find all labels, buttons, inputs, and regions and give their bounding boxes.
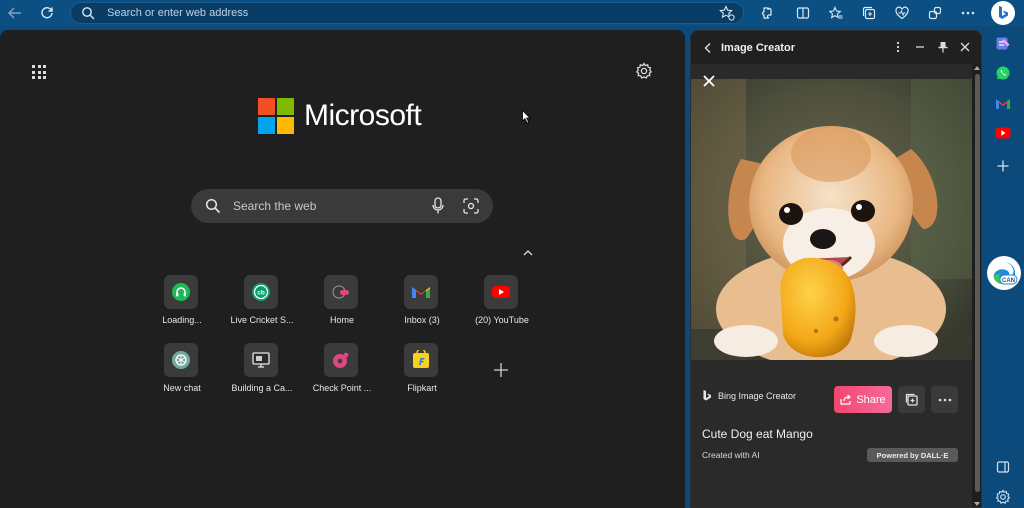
image-caption: Cute Dog eat Mango [702,427,813,441]
rail-settings-icon[interactable] [993,487,1013,507]
search-placeholder: Search the web [233,199,317,213]
created-with-ai-label: Created with AI [702,450,760,460]
scroll-down-icon[interactable] [974,502,980,506]
chatgpt-icon [172,351,190,369]
headphones-icon [172,283,190,301]
browser-toolbar: Search or enter web address [0,0,1024,26]
monitor-icon [252,352,270,368]
tile-label: Flipkart [407,383,437,393]
address-bar[interactable]: Search or enter web address [70,2,744,24]
search-icon [82,7,95,20]
copilot-tools-icon[interactable] [924,2,946,24]
search-icon [205,198,221,214]
tile-label: Check Point ... [312,383,372,393]
split-screen-icon[interactable] [792,2,814,24]
tile-label: Loading... [162,315,202,325]
panel-title: Image Creator [721,42,795,54]
image-creator-panel: Image Creator Bing Image Creator Share C… [690,30,982,508]
collapse-tiles-icon[interactable] [522,245,534,256]
back-arrow-icon[interactable] [4,2,26,24]
quick-link-tile[interactable]: (20) YouTube [462,275,542,335]
mouse-pointer-icon [522,109,532,124]
share-button[interactable]: Share [834,386,892,413]
rail-edge-profile-icon[interactable]: CAN [987,256,1021,290]
microsoft-wordmark: Microsoft [304,99,422,132]
web-search-box[interactable]: Search the web [191,189,493,223]
quick-link-tile[interactable]: New chat [142,343,222,403]
share-icon [840,394,852,405]
minimize-icon[interactable] [913,40,927,54]
quick-link-tile[interactable]: Building a Ca... [222,343,302,403]
scroll-thumb[interactable] [975,74,980,492]
bing-logo-icon [703,390,711,401]
tile-label: New chat [163,383,201,393]
rail-youtube-icon[interactable] [993,123,1013,143]
new-tab-page: Microsoft Search the web Loading... cb L… [0,30,685,508]
tile-label: Building a Ca... [231,383,293,393]
favorites-icon[interactable] [825,2,847,24]
extensions-icon[interactable] [755,2,777,24]
address-placeholder: Search or enter web address [107,7,249,19]
panel-more-icon[interactable] [891,40,905,54]
panel-header: Image Creator [691,31,981,64]
quick-link-tile[interactable]: Home [302,275,382,335]
rail-hide-sidebar-icon[interactable] [993,457,1013,477]
rail-gmail-icon[interactable] [993,93,1013,113]
bing-image-creator-label: Bing Image Creator [718,390,797,401]
panel-scrollbar[interactable] [973,64,981,507]
home-site-icon [332,285,349,299]
checkpoint-icon [333,352,349,368]
more-options-button[interactable] [931,386,958,413]
add-collection-icon [905,393,918,406]
tile-label: Live Cricket S... [230,315,294,325]
page-settings-icon[interactable] [635,62,653,80]
powered-by-dalle-badge: Powered by DALL·E [867,448,958,462]
rail-whatsapp-icon[interactable] [993,63,1013,83]
bing-chat-icon[interactable] [991,1,1015,25]
youtube-icon [492,286,510,298]
app-launcher-icon[interactable] [32,65,46,79]
microsoft-logo: Microsoft [258,98,422,134]
quick-link-tile[interactable]: Check Point ... [302,343,382,403]
close-panel-icon[interactable] [958,40,972,54]
cricbuzz-icon: cb [252,283,270,301]
quick-link-tile[interactable]: Loading... [142,275,222,335]
quick-link-tile[interactable]: Flipkart [382,343,462,403]
close-image-icon[interactable] [700,72,718,90]
add-to-collection-button[interactable] [898,386,925,413]
tile-label: Inbox (3) [404,315,440,325]
bing-image-creator-brand: Bing Image Creator [702,389,796,402]
panel-body: Bing Image Creator Share Cute Dog eat Ma… [691,64,972,507]
collections-icon[interactable] [858,2,880,24]
scroll-up-icon[interactable] [974,66,980,70]
add-shortcut-icon[interactable] [492,361,510,379]
more-menu-icon[interactable] [957,2,979,24]
share-label: Share [856,393,886,406]
browser-essentials-icon[interactable] [891,2,913,24]
visual-search-icon[interactable] [463,198,479,214]
quick-link-tile[interactable]: Inbox (3) [382,275,462,335]
microphone-icon[interactable] [431,197,445,215]
refresh-icon[interactable] [36,2,58,24]
tile-label: Home [329,315,354,325]
generated-dog-image[interactable] [691,79,972,360]
back-chevron-icon[interactable] [703,41,713,53]
flipkart-icon [413,350,429,368]
gmail-icon [412,287,430,298]
avatar-badge-text: CAN [1002,278,1015,284]
favorite-add-icon[interactable] [719,5,735,21]
tile-label: (20) YouTube [475,315,529,325]
microsoft-logo-icon [258,98,294,134]
more-dots-icon [938,398,951,401]
svg-text:cb: cb [257,290,265,297]
rail-add-app-icon[interactable] [993,156,1013,176]
quick-link-tile[interactable]: cb Live Cricket S... [222,275,302,335]
pin-icon[interactable] [936,40,950,54]
rail-designer-icon[interactable] [993,33,1013,53]
